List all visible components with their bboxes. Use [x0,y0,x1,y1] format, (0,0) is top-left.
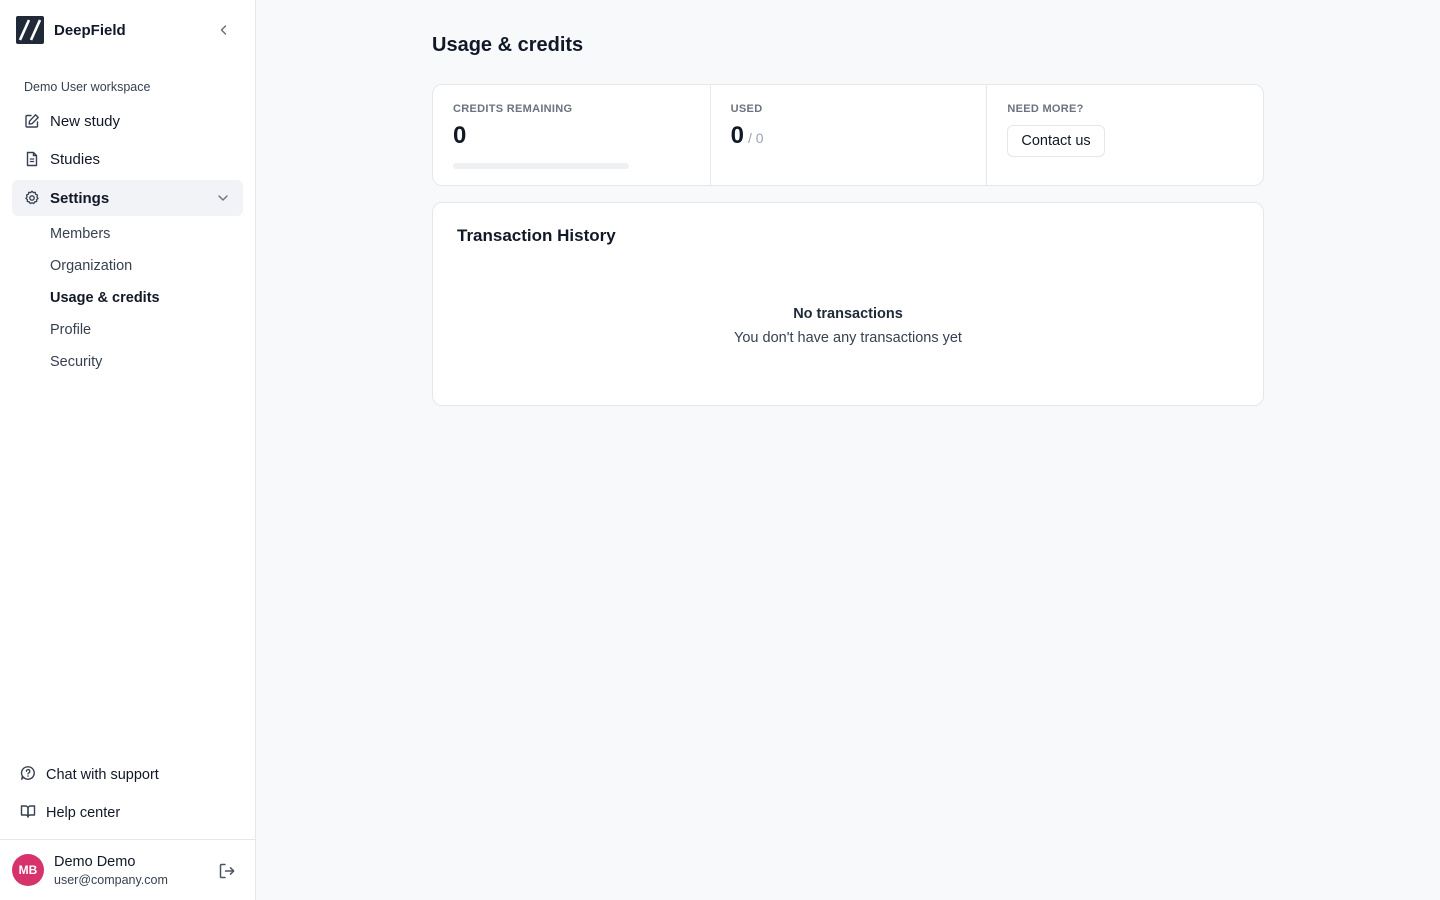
empty-state-title: No transactions [793,306,903,322]
logout-icon [219,863,235,879]
used-total: / 0 [748,130,764,146]
sidebar-item-label: Studies [50,150,101,168]
empty-state-subtitle: You don't have any transactions yet [734,330,962,346]
user-name: Demo Demo [54,854,136,870]
stat-label: NEED MORE? [1007,103,1084,115]
used-number: 0 [730,122,745,149]
credits-used-value: 0/ 0 [731,122,764,150]
brand-logo-icon [16,16,44,44]
help-center-link[interactable]: Help center [20,801,120,825]
help-center-label: Help center [46,805,121,821]
chat-with-support-label: Chat with support [46,767,159,783]
page-title: Usage & credits [432,34,584,56]
brand-name: DeepField [54,21,126,39]
credits-remaining-stat: CREDITS REMAINING 0 [433,85,710,185]
sidebar: DeepField Demo User workspace New study … [0,0,256,900]
workspace-label: Demo User workspace [24,80,151,94]
chat-with-support-link[interactable]: Chat with support [20,763,159,787]
sidebar-item-usage-credits[interactable]: Usage & credits [50,288,160,308]
document-icon [24,151,40,167]
credits-remaining-value: 0 [453,122,467,149]
sidebar-item-members[interactable]: Members [50,224,110,244]
logout-button[interactable] [218,862,236,880]
chat-icon [20,765,36,785]
sidebar-item-label: New study [50,112,121,130]
sidebar-item-settings[interactable]: Settings [12,180,243,216]
credits-progress-bar [453,163,629,169]
sidebar-item-label: Settings [50,189,110,207]
sidebar-item-organization[interactable]: Organization [50,256,132,276]
chevron-down-icon [218,195,228,201]
sidebar-item-profile[interactable]: Profile [50,320,91,340]
collapse-sidebar-button[interactable] [214,20,234,40]
brand[interactable]: DeepField [16,16,126,44]
sidebar-item-security[interactable]: Security [50,352,102,372]
credits-used-stat: USED 0/ 0 [709,85,987,185]
need-more-stat: NEED MORE? Contact us [986,85,1263,185]
user-email: user@company.com [54,873,168,887]
gear-icon [24,190,40,206]
stat-label: USED [730,103,763,115]
stat-label: CREDITS REMAINING [453,103,573,115]
transaction-history-title: Transaction History [457,226,616,245]
user-bar: MB Demo Demo user@company.com [0,839,255,900]
credits-summary-card: CREDITS REMAINING 0 USED 0/ 0 NEED MORE?… [432,84,1264,186]
contact-us-button[interactable]: Contact us [1007,125,1105,157]
edit-icon [24,113,40,129]
avatar[interactable]: MB [12,854,44,886]
book-icon [20,803,36,823]
transaction-history-card: Transaction History No transactions You … [432,202,1264,406]
sidebar-item-studies[interactable]: Studies [12,141,243,177]
chevron-left-icon [220,25,227,35]
sidebar-item-new-study[interactable]: New study [12,103,243,139]
